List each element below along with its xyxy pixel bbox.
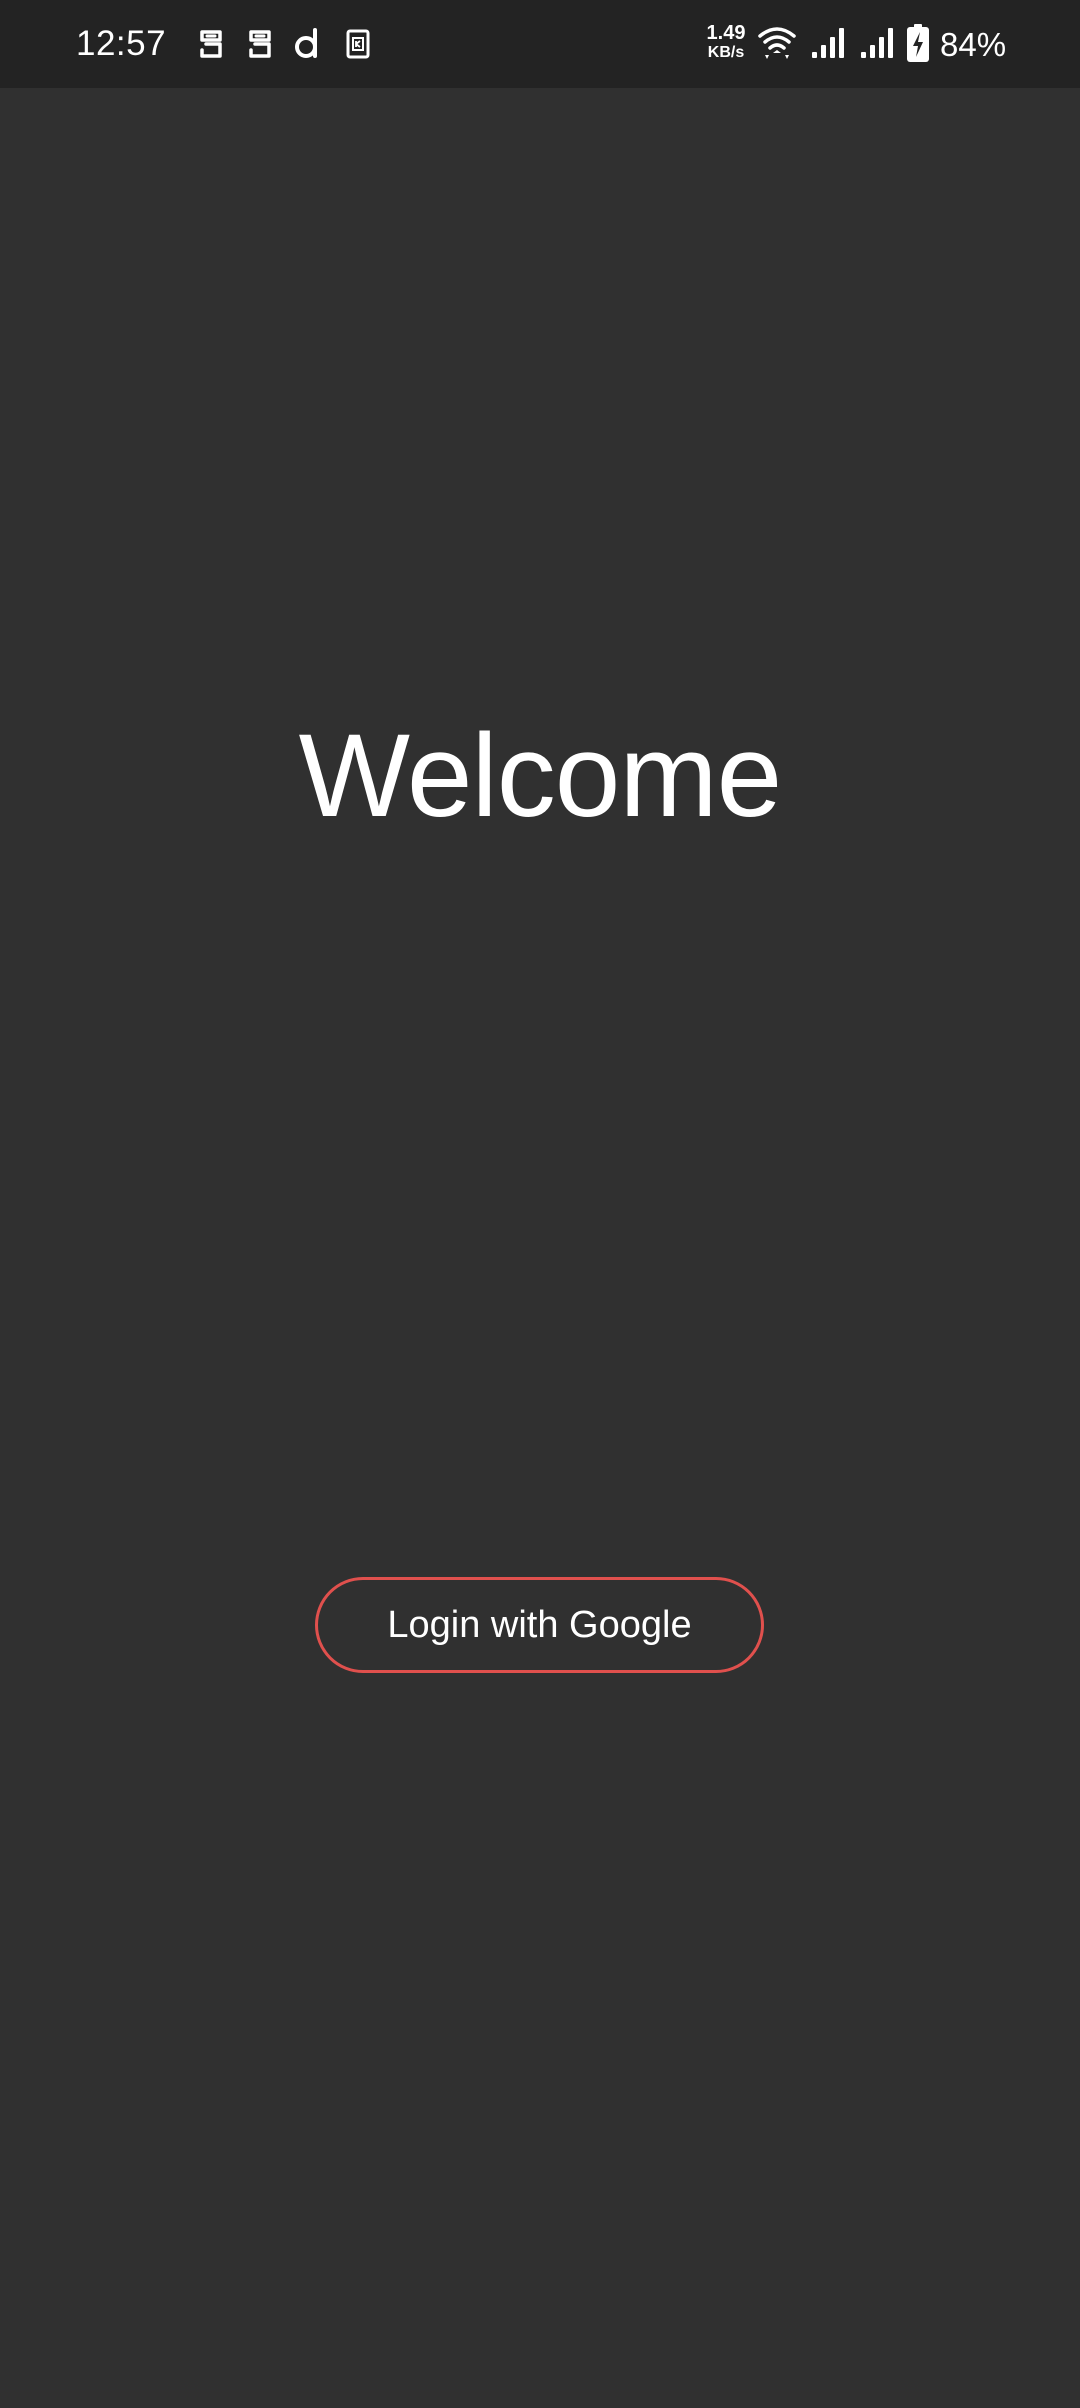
battery-charging-icon — [907, 24, 929, 62]
status-time: 12:57 — [76, 24, 167, 63]
wifi-icon — [758, 27, 796, 59]
battery-percent: 84% — [940, 26, 1007, 63]
app-notification-icon — [249, 30, 271, 58]
welcome-title: Welcome — [298, 710, 783, 842]
d-app-icon — [295, 28, 317, 58]
signal-icon — [861, 28, 893, 58]
network-speed-unit: KB/s — [707, 44, 745, 61]
app-notification-icon — [200, 30, 222, 58]
network-speed-value: 1.49 — [706, 22, 746, 44]
login-with-google-button[interactable]: Login with Google — [315, 1577, 764, 1673]
status-bar: 12:57 1.49 KB/s 84% — [0, 0, 1080, 88]
sim-card-icon — [346, 29, 370, 59]
signal-icon — [812, 28, 844, 58]
login-screen: 12:57 1.49 KB/s 84% Welcome Login with G… — [0, 0, 1080, 2408]
network-speed-indicator: 1.49 KB/s — [696, 23, 756, 62]
